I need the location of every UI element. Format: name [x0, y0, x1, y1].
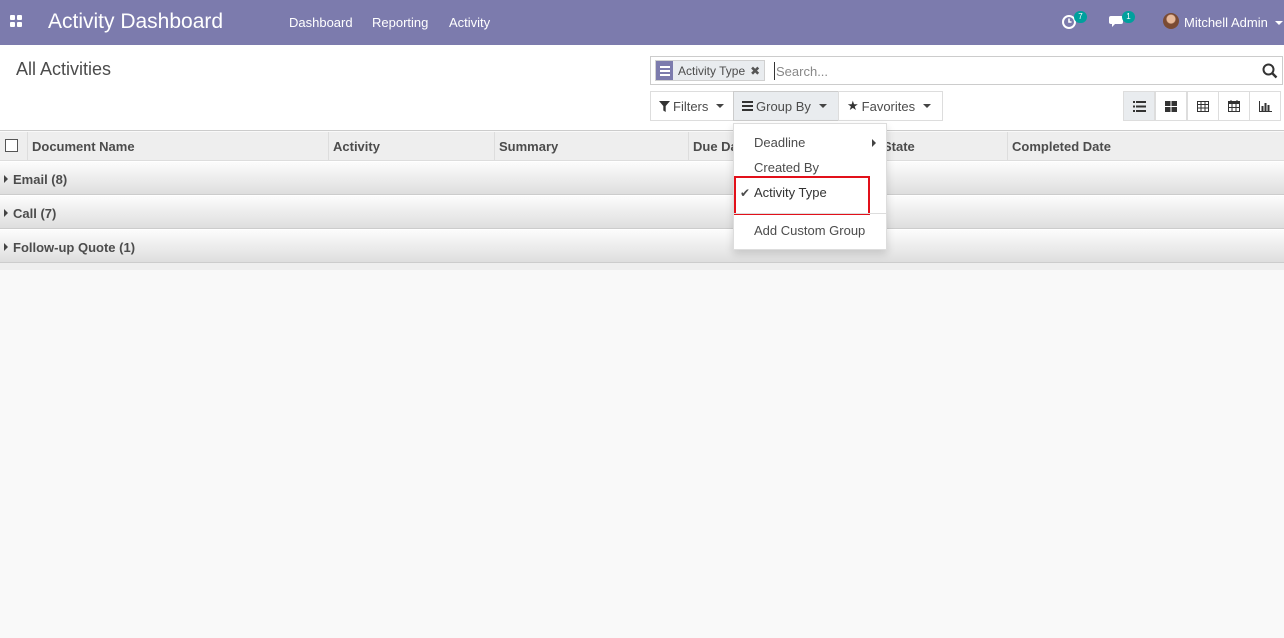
column-completed-date[interactable]: Completed Date	[1007, 132, 1284, 161]
search-facet[interactable]: Activity Type ✖	[655, 60, 766, 81]
facet-remove-icon[interactable]: ✖	[750, 64, 760, 78]
user-menu[interactable]: Mitchell Admin	[1184, 15, 1268, 30]
group-row-follow-up-quote[interactable]: Follow-up Quote (1)	[0, 229, 1284, 263]
pivot-view-icon	[1197, 100, 1209, 112]
group-row-call[interactable]: Call (7)	[0, 195, 1284, 229]
table-header: Document Name Activity Summary Due Da St…	[0, 132, 1284, 161]
column-document-name[interactable]: Document Name	[27, 132, 329, 161]
group-label: Email (8)	[13, 172, 68, 187]
favorites-caret-icon	[923, 104, 932, 108]
group-by-button[interactable]: Group By	[733, 91, 839, 121]
check-icon: ✔	[740, 186, 751, 200]
list-view-button[interactable]	[1123, 91, 1155, 121]
group-option-created-by[interactable]: Created By	[754, 160, 819, 175]
select-all-checkbox[interactable]	[5, 139, 18, 152]
column-summary[interactable]: Summary	[494, 132, 689, 161]
calendar-view-icon	[1228, 100, 1240, 112]
activity-count-badge: 7	[1074, 11, 1087, 23]
menu-activity[interactable]: Activity	[449, 15, 490, 30]
message-count-badge: 1	[1122, 11, 1135, 23]
group-option-deadline[interactable]: Deadline	[754, 135, 805, 150]
control-panel: All Activities Activity Type ✖ Filters G…	[0, 45, 1284, 131]
kanban-view-icon	[1165, 100, 1177, 112]
group-label: Call (7)	[13, 206, 57, 221]
graph-view-button[interactable]	[1249, 91, 1281, 121]
group-by-icon	[656, 61, 673, 80]
column-state[interactable]: State	[878, 132, 1008, 161]
table-footer	[0, 263, 1284, 270]
list-view-icon	[1132, 100, 1146, 112]
apps-menu-icon[interactable]	[10, 15, 23, 28]
group-label: Follow-up Quote (1)	[13, 240, 136, 255]
favorites-button[interactable]: ★ Favorites	[838, 91, 943, 121]
expand-caret-icon	[4, 243, 8, 251]
app-title: Activity Dashboard	[48, 10, 224, 33]
add-custom-group[interactable]: Add Custom Group	[754, 223, 865, 238]
dropdown-divider	[734, 213, 886, 214]
submenu-caret-icon	[872, 139, 876, 147]
search-bar[interactable]: Activity Type ✖	[650, 56, 1283, 85]
filters-caret-icon	[716, 104, 725, 108]
user-menu-caret-icon	[1275, 21, 1283, 25]
favorites-label: Favorites	[861, 98, 916, 114]
search-icon[interactable]	[1262, 63, 1278, 79]
pivot-view-button[interactable]	[1187, 91, 1219, 121]
star-icon: ★	[847, 98, 859, 113]
group-by-label: Group By	[756, 98, 811, 114]
breadcrumb: All Activities	[16, 59, 112, 79]
user-avatar[interactable]	[1163, 13, 1179, 29]
top-navbar: Activity Dashboard Dashboard Reporting A…	[0, 0, 1284, 45]
filters-button[interactable]: Filters	[650, 91, 734, 121]
kanban-view-button[interactable]	[1155, 91, 1187, 121]
filter-icon	[659, 100, 670, 112]
graph-view-icon	[1258, 100, 1272, 112]
activity-systray[interactable]: 7	[1062, 11, 1088, 32]
search-input[interactable]	[774, 62, 1244, 80]
facet-label: Activity Type	[678, 63, 746, 78]
menu-reporting[interactable]: Reporting	[372, 15, 428, 30]
expand-caret-icon	[4, 175, 8, 183]
group-by-dropdown: Deadline Created By ✔ Activity Type Add …	[733, 123, 887, 250]
group-by-caret-icon	[818, 104, 827, 108]
calendar-view-button[interactable]	[1218, 91, 1250, 121]
filters-label: Filters	[673, 98, 709, 114]
expand-caret-icon	[4, 209, 8, 217]
group-row-email[interactable]: Email (8)	[0, 161, 1284, 195]
menu-dashboard[interactable]: Dashboard	[289, 15, 353, 30]
group-option-activity-type[interactable]: Activity Type	[754, 185, 827, 200]
messaging-systray[interactable]: 1	[1109, 11, 1139, 32]
column-activity[interactable]: Activity	[328, 132, 495, 161]
bars-icon	[742, 101, 753, 111]
